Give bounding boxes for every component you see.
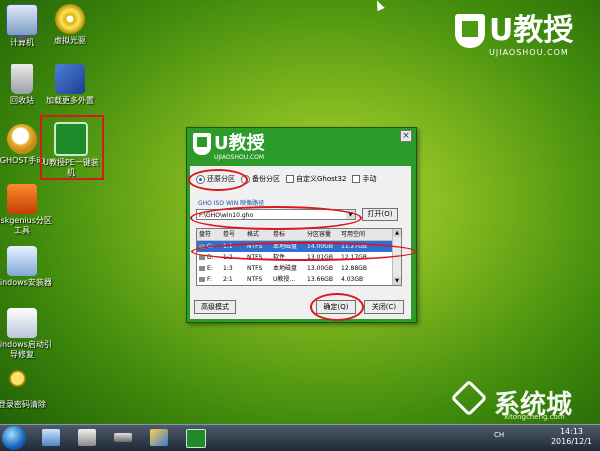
checkbox-manual[interactable]: 手动 [352,174,376,184]
desktop-icon-boot-repair[interactable]: Windows启动引导修复 [0,308,52,360]
col-capacity: 分区容量 [307,231,332,238]
dialog-logo-title: U教授 [214,133,265,154]
highlight-ok-button [310,293,364,321]
boot-repair-icon [7,308,37,338]
brand-subtitle: UJIAOSHOU.COM [489,48,569,57]
language-indicator[interactable]: CH [494,431,504,439]
highlight-image-path [190,206,362,230]
taskbar-network-icon[interactable] [150,429,168,446]
taskbar-drive-icon[interactable] [114,433,132,442]
recycle-bin-icon [11,64,33,94]
desktop-icon-label: Diskgenius分区工具 [0,216,52,235]
watermark-site: xitongcheng.com [504,413,565,421]
col-drive: 盘符 [199,231,212,238]
desktop-icon-label: 加载更多外置 [46,96,94,105]
cell-capacity: 13.66GB [307,276,333,283]
col-format: 格式 [247,231,260,238]
watermark: 系统城 xitongcheng.com [448,381,572,423]
checkbox-icon [286,175,294,183]
cell-free: 12.88GB [341,265,367,272]
desktop-icon-label: Windows启动引导修复 [0,340,52,359]
desktop-icon-label: 虚拟光驱 [54,36,86,45]
drive-icon [199,266,205,271]
cell-format: NTFS [247,265,263,272]
load-tools-icon [55,64,85,94]
computer-icon [6,4,38,40]
dialog-logo-sub: UJIAOSHOU.COM [214,154,265,161]
clock[interactable]: 14:13 2016/12/1 [551,427,592,447]
scroll-down-icon[interactable]: ▼ [393,277,401,285]
highlight-pe-installer [40,115,104,180]
open-button[interactable]: 打开(O) [362,208,398,221]
drive-icon [199,277,205,282]
cell-free: 4.03GB [341,276,364,283]
scroll-up-icon[interactable]: ▲ [393,229,401,237]
cell-capacity: 13.00GB [307,265,333,272]
dialog-shield-icon [193,133,211,155]
cell-volume: 1:3 [223,265,233,272]
password-clear-icon [7,368,37,398]
table-header: 盘符 卷号 格式 卷标 分区容量 可用空间 [197,229,401,241]
close-button[interactable]: 关闭(C) [364,300,404,314]
brand-title: U教授 [489,13,574,48]
clock-time: 14:13 [559,427,584,436]
taskbar-pe-installer-icon[interactable] [186,429,206,448]
mouse-cursor-icon [373,0,385,12]
checkbox-custom-ghost-label: 自定义Ghost32 [296,175,347,183]
table-row[interactable]: F: 2:1 NTFS U教授... 13.66GB 4.03GB [197,274,401,285]
cell-volume: 2:1 [223,276,233,283]
dialog-logo: U教授 UJIAOSHOU.COM [193,133,265,161]
desktop-icon-diskgenius[interactable]: Diskgenius分区工具 [0,184,52,236]
highlight-restore-option [188,169,248,191]
cell-format: NTFS [247,276,263,283]
table-row[interactable]: E: 1:3 NTFS 本地磁盘 13.00GB 12.88GB [197,263,401,274]
desktop-icon-virtual-drive[interactable]: 虚拟光驱 [40,4,100,46]
desktop-icon-windows-installer[interactable]: Windows安装器 [0,246,52,288]
col-free: 可用空间 [341,231,366,238]
cell-label: U教授... [273,276,296,283]
cell-drive: F: [207,276,213,283]
desktop-icon-load-tools[interactable]: 加载更多外置 [40,64,100,106]
advanced-mode-button[interactable]: 高级模式 [194,300,236,314]
virtual-drive-icon [55,4,85,34]
taskbar: CH 14:13 2016/12/1 [0,424,600,451]
desktop-icon-label: 登录密码清除 [0,400,46,409]
dialog-close-icon[interactable]: × [400,130,412,142]
system-tray: CH 14:13 2016/12/1 [490,425,600,451]
dialog-header: U教授 UJIAOSHOU.COM × [187,128,416,164]
diskgenius-icon [7,184,37,214]
start-button-icon[interactable] [2,426,26,450]
col-volume: 卷号 [223,231,236,238]
taskbar-computer-icon[interactable] [42,429,60,446]
desktop-icon-label: Windows安装器 [0,278,52,287]
highlight-selected-partition [191,242,417,261]
desktop-icon-password-clear[interactable]: 登录密码清除 [0,368,52,410]
brand-logo: U教授 UJIAOSHOU.COM [455,14,595,57]
brand-shield-icon [455,14,485,48]
col-label: 卷标 [273,231,286,238]
cell-label: 本地磁盘 [273,265,298,272]
watermark-logo-icon [448,381,490,423]
cell-drive: E: [207,265,213,272]
taskbar-tools-icon[interactable] [78,429,96,446]
ghost-icon [7,124,37,154]
clock-date: 2016/12/1 [550,437,592,446]
checkbox-custom-ghost[interactable]: 自定义Ghost32 [286,174,346,184]
checkbox-manual-label: 手动 [362,175,377,183]
windows-installer-icon [7,246,37,276]
checkbox-icon [352,175,361,183]
radio-backup-label: 备份分区 [252,175,280,183]
